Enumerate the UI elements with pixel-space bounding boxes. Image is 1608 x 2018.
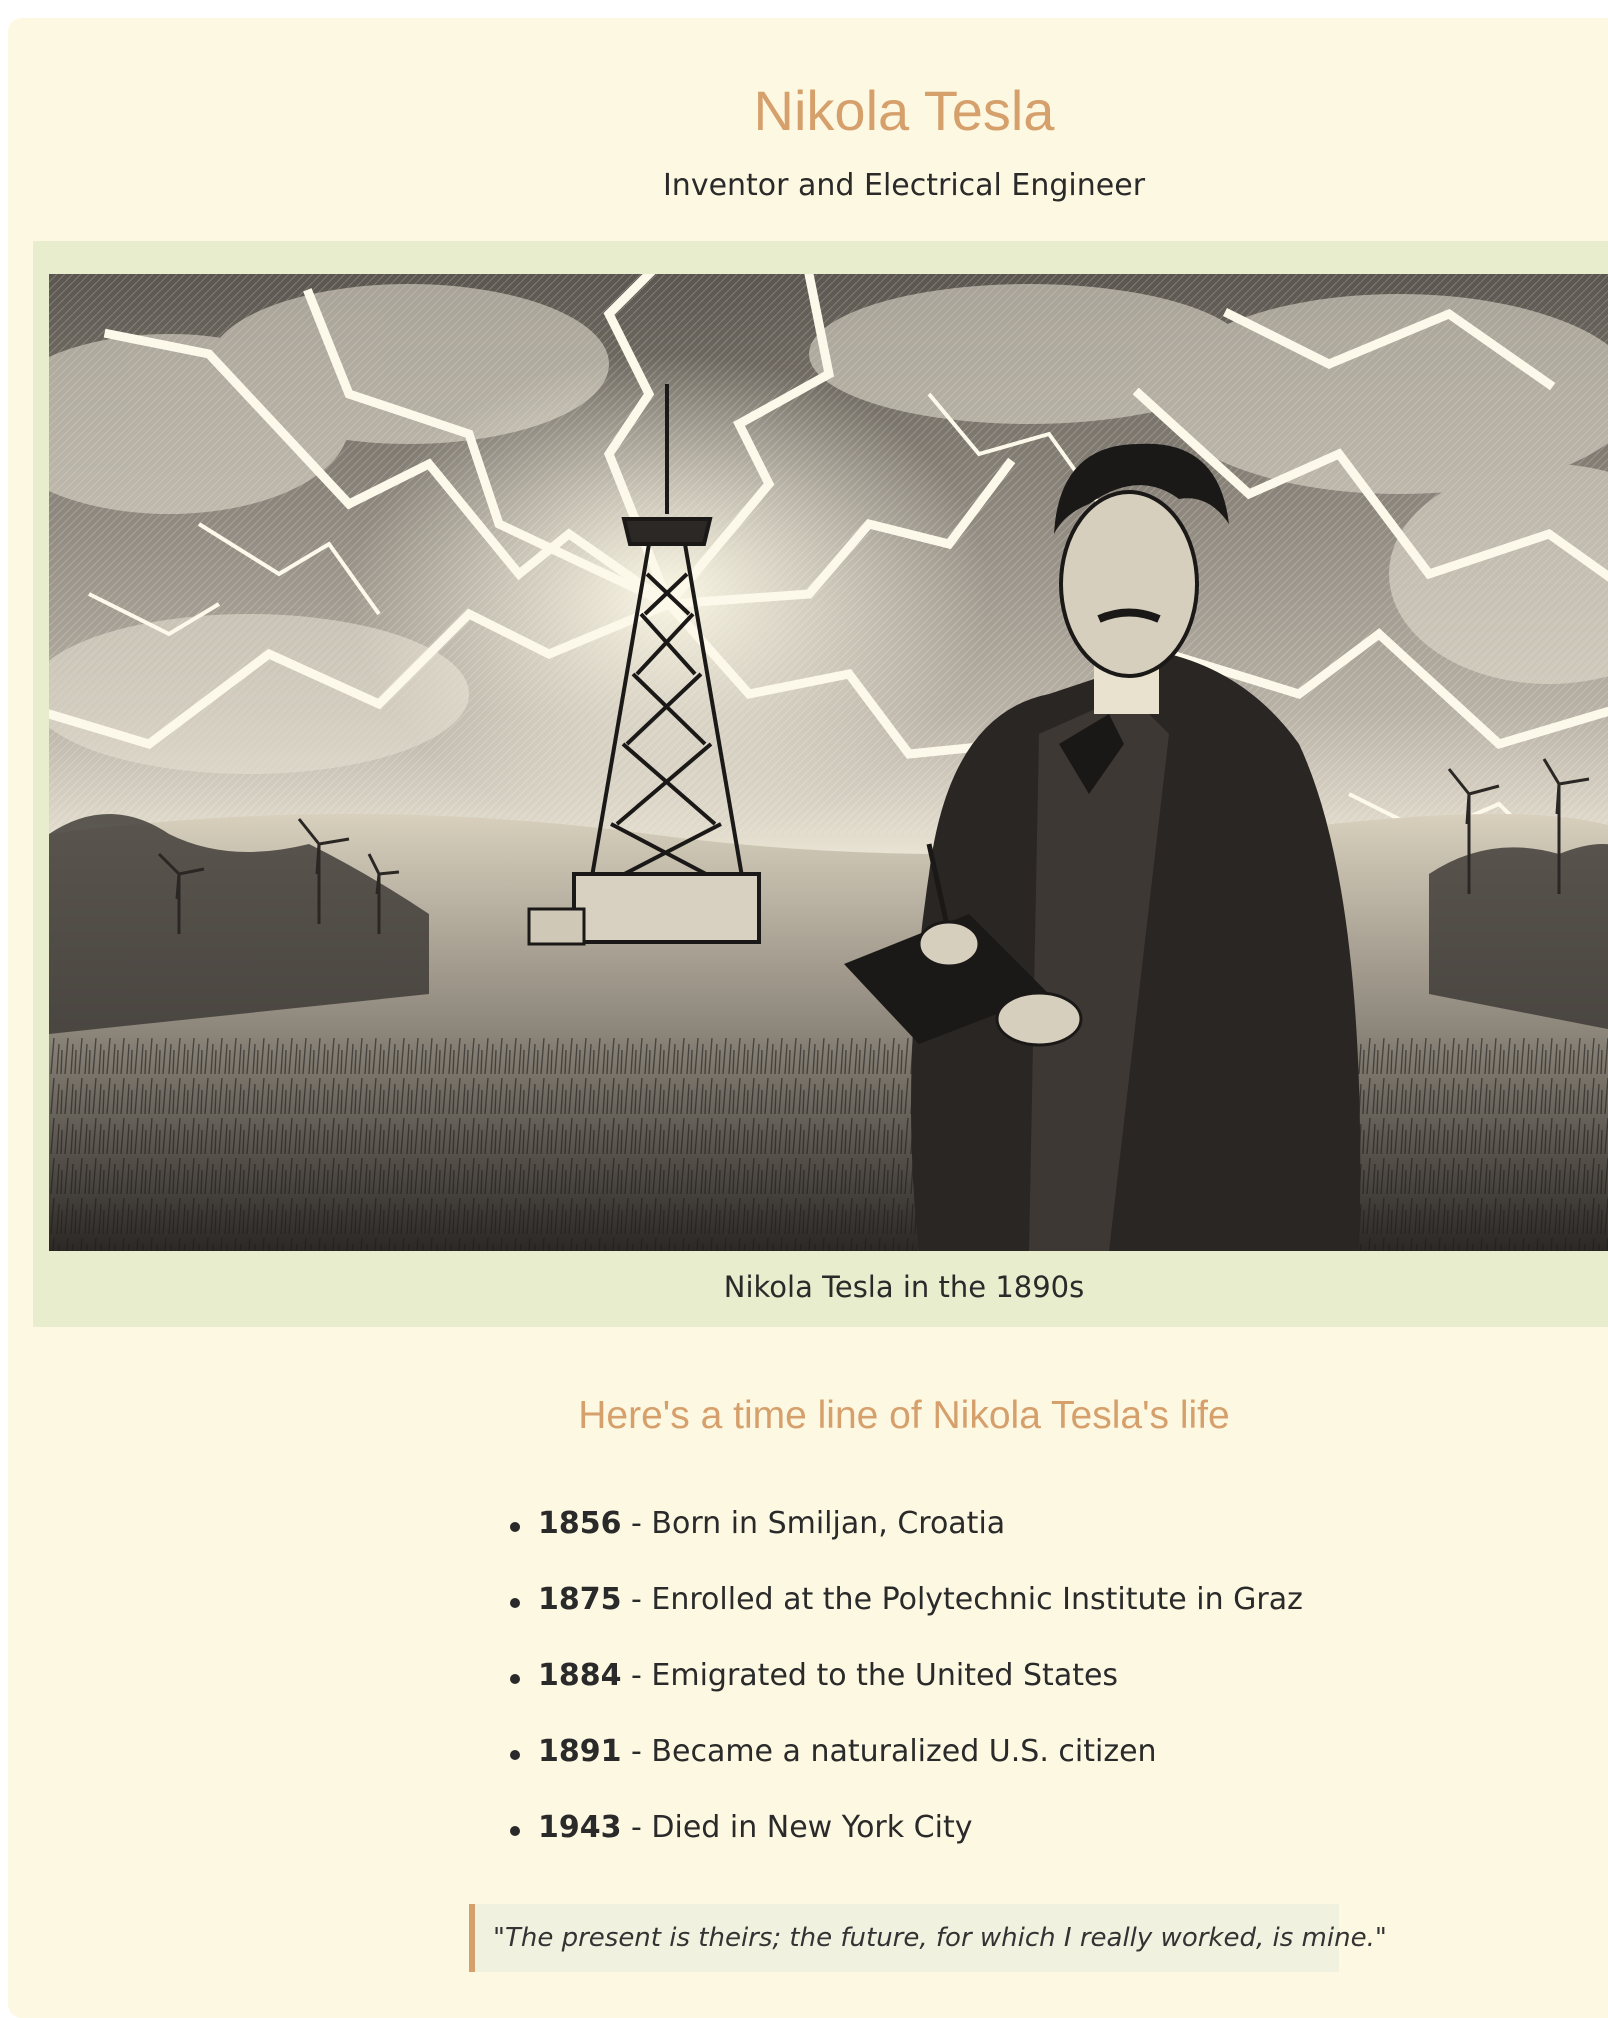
page-title: Nikola Tesla [753, 79, 1055, 142]
list-item: 1943 - Died in New York City [510, 1810, 1303, 1886]
timeline-heading: Here's a time line of Nikola Tesla's lif… [578, 1394, 1230, 1437]
timeline-event: Died in New York City [651, 1810, 973, 1845]
timeline-separator: - [621, 1810, 652, 1845]
timeline-year: 1884 [538, 1658, 622, 1693]
bullet-icon [510, 1522, 520, 1532]
list-item: 1884 - Emigrated to the United States [510, 1658, 1303, 1734]
page-card: Nikola Tesla Inventor and Electrical Eng… [8, 18, 1608, 2018]
bullet-icon [510, 1750, 520, 1760]
timeline-year: 1943 [538, 1810, 622, 1845]
portrait-figure: Nikola Tesla in the 1890s [33, 241, 1608, 1327]
bullet-icon [510, 1826, 520, 1836]
list-item: 1875 - Enrolled at the Polytechnic Insti… [510, 1582, 1303, 1658]
timeline-year: 1875 [538, 1582, 622, 1617]
tesla-illustration [49, 274, 1608, 1251]
timeline-event: Enrolled at the Polytechnic Institute in… [651, 1582, 1303, 1617]
timeline-separator: - [621, 1734, 652, 1769]
page-subtitle: Inventor and Electrical Engineer [662, 168, 1146, 203]
portrait-caption: Nikola Tesla in the 1890s [723, 1270, 1085, 1304]
bullet-icon [510, 1598, 520, 1608]
timeline-separator: - [621, 1506, 652, 1541]
tesla-quote: "The present is theirs; the future, for … [469, 1904, 1387, 1972]
timeline-list: 1856 - Born in Smiljan, Croatia 1875 - E… [510, 1506, 1303, 1886]
timeline-separator: - [621, 1582, 652, 1617]
timeline-separator: - [621, 1658, 652, 1693]
timeline-event: Born in Smiljan, Croatia [651, 1506, 1006, 1541]
bullet-icon [510, 1674, 520, 1684]
timeline-event: Became a naturalized U.S. citizen [651, 1734, 1157, 1769]
list-item: 1856 - Born in Smiljan, Croatia [510, 1506, 1303, 1582]
timeline-year: 1891 [538, 1734, 622, 1769]
timeline-event: Emigrated to the United States [651, 1658, 1119, 1693]
timeline-year: 1856 [538, 1506, 622, 1541]
list-item: 1891 - Became a naturalized U.S. citizen [510, 1734, 1303, 1810]
